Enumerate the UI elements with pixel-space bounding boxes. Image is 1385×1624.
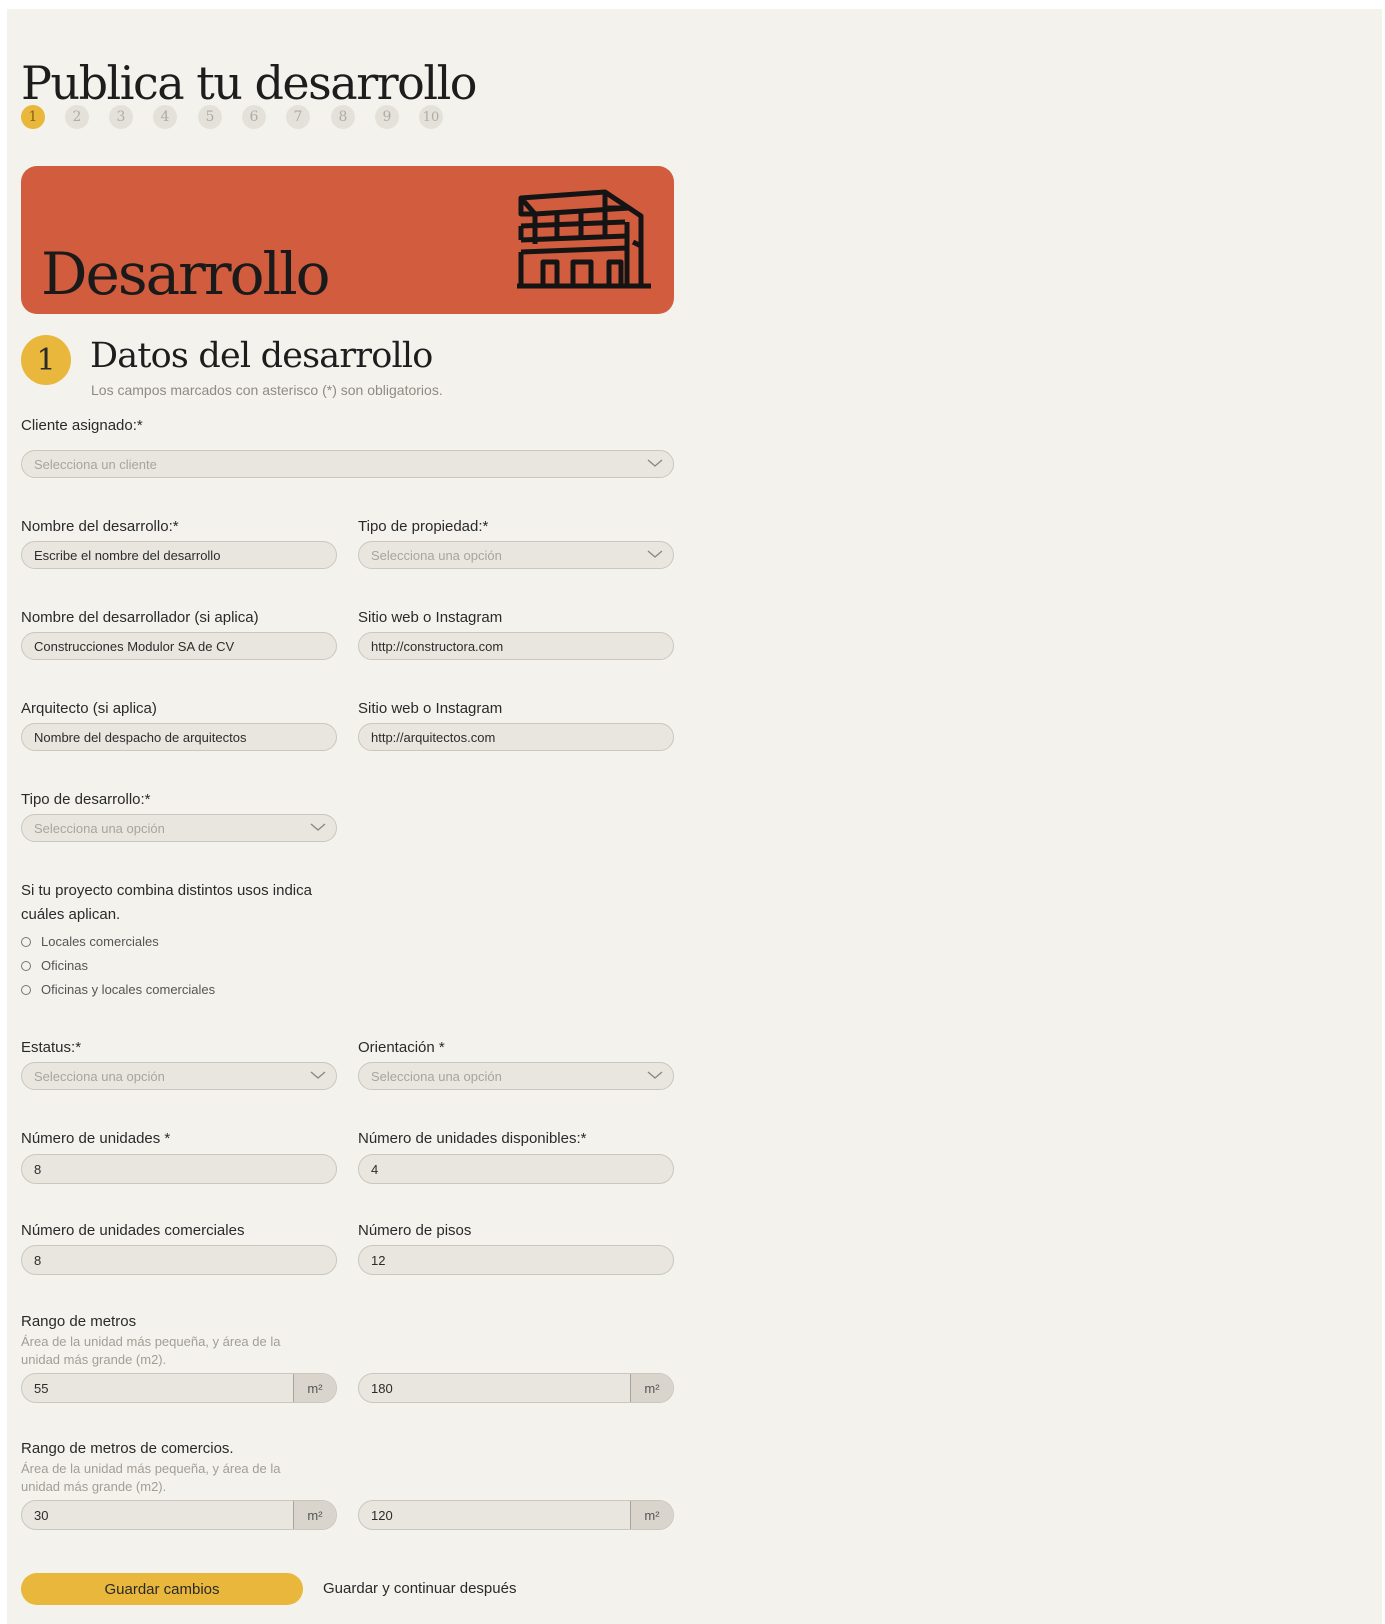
orientacion-label: Orientación * xyxy=(358,1039,445,1056)
tipo-desarrollo-placeholder: Selecciona una opción xyxy=(34,820,165,836)
usos-option-oficinas-locales[interactable]: Oficinas y locales comerciales xyxy=(21,982,215,997)
nombre-desarrollo-text: Escribe el nombre del desarrollo xyxy=(34,547,221,563)
unit-suffix: m² xyxy=(630,1374,673,1402)
chevron-down-icon xyxy=(647,550,663,558)
sitio-desarrollador-label: Sitio web o Instagram xyxy=(358,609,503,626)
radio-icon[interactable] xyxy=(21,960,31,971)
orientacion-placeholder: Selecciona una opción xyxy=(371,1068,502,1084)
step-2[interactable]: 2 xyxy=(65,105,89,129)
page-title: Publica tu desarrollo xyxy=(21,55,477,110)
rango-comercios-label: Rango de metros de comercios. xyxy=(21,1440,234,1457)
hero-banner: Desarrollo xyxy=(21,166,674,314)
chevron-down-icon xyxy=(310,1071,326,1079)
estatus-placeholder: Selecciona una opción xyxy=(34,1068,165,1084)
step-4[interactable]: 4 xyxy=(153,105,177,129)
num-comerciales-input[interactable]: 8 xyxy=(21,1245,337,1275)
unit-suffix: m² xyxy=(630,1501,673,1529)
rango-metros-max-input[interactable]: 180 m² xyxy=(358,1373,674,1403)
rango-metros-label: Rango de metros xyxy=(21,1313,137,1330)
cliente-label: Cliente asignado:* xyxy=(21,417,143,434)
rango-metros-min-input[interactable]: 55 m² xyxy=(21,1373,337,1403)
step-3[interactable]: 3 xyxy=(109,105,133,129)
step-8[interactable]: 8 xyxy=(331,105,355,129)
rango-comercios-max-value: 120 xyxy=(371,1507,393,1523)
sitio-desarrollador-input[interactable]: http://constructora.com xyxy=(358,632,674,660)
arquitecto-text: Nombre del despacho de arquitectos xyxy=(34,729,247,745)
rango-metros-min-value: 55 xyxy=(34,1380,49,1396)
radio-icon[interactable] xyxy=(21,936,31,947)
chevron-down-icon xyxy=(647,1071,663,1079)
tipo-propiedad-placeholder: Selecciona una opción xyxy=(371,547,502,563)
estatus-label: Estatus:* xyxy=(21,1039,82,1056)
rango-comercios-max-input[interactable]: 120 m² xyxy=(358,1500,674,1530)
step-10[interactable]: 10 xyxy=(419,105,443,129)
step-1[interactable]: 1 xyxy=(21,105,45,129)
cliente-select-placeholder: Selecciona un cliente xyxy=(34,456,157,472)
num-unidades-input[interactable]: 8 xyxy=(21,1154,337,1184)
num-unidades-label: Número de unidades * xyxy=(21,1130,171,1147)
rango-metros-hint-line1: Área de la unidad más pequeña, y área de… xyxy=(21,1334,281,1349)
rango-comercios-hint-line2: unidad más grande (m2). xyxy=(21,1479,167,1494)
desarrollador-value: Construcciones Modulor SA de CV xyxy=(34,638,235,654)
rango-comercios-min-input[interactable]: 30 m² xyxy=(21,1500,337,1530)
rango-comercios-hint-line1: Área de la unidad más pequeña, y área de… xyxy=(21,1461,281,1476)
tipo-desarrollo-select[interactable]: Selecciona una opción xyxy=(21,814,337,842)
building-icon xyxy=(517,189,651,289)
usos-option-label: Locales comerciales xyxy=(41,934,159,949)
step-7[interactable]: 7 xyxy=(286,105,310,129)
save-button[interactable]: Guardar cambios xyxy=(21,1573,303,1605)
tipo-propiedad-label: Tipo de propiedad:* xyxy=(358,518,489,535)
num-disponibles-value: 4 xyxy=(371,1161,379,1177)
page-container: Publica tu desarrollo 1 2 3 4 5 6 7 8 9 … xyxy=(7,9,1382,1624)
sitio-arquitecto-value: http://arquitectos.com xyxy=(371,729,496,745)
rango-metros-hint-line2: unidad más grande (m2). xyxy=(21,1352,167,1367)
num-pisos-input[interactable]: 12 xyxy=(358,1245,674,1275)
num-comerciales-label: Número de unidades comerciales xyxy=(21,1222,245,1239)
num-disponibles-input[interactable]: 4 xyxy=(358,1154,674,1184)
usos-label-line1: Si tu proyecto combina distintos usos in… xyxy=(21,882,312,899)
num-unidades-value: 8 xyxy=(34,1161,42,1177)
rango-comercios-min-value: 30 xyxy=(34,1507,49,1523)
usos-label-line2: cuáles aplican. xyxy=(21,906,121,923)
usos-option-label: Oficinas y locales comerciales xyxy=(41,982,216,997)
desarrollador-label: Nombre del desarrollador (si aplica) xyxy=(21,609,259,626)
section-number-badge: 1 xyxy=(21,335,71,385)
rango-metros-max-value: 180 xyxy=(371,1380,393,1396)
unit-suffix: m² xyxy=(293,1374,336,1402)
required-fields-note: Los campos marcados con asterisco (*) so… xyxy=(91,382,443,398)
sitio-arquitecto-input[interactable]: http://arquitectos.com xyxy=(358,723,674,751)
nombre-desarrollo-input[interactable]: Escribe el nombre del desarrollo xyxy=(21,541,337,569)
radio-icon[interactable] xyxy=(21,984,31,995)
tipo-propiedad-select[interactable]: Selecciona una opción xyxy=(358,541,674,569)
usos-option-locales[interactable]: Locales comerciales xyxy=(21,934,159,949)
usos-option-label: Oficinas xyxy=(41,958,88,973)
nombre-desarrollo-label: Nombre del desarrollo:* xyxy=(21,518,179,535)
desarrollador-input[interactable]: Construcciones Modulor SA de CV xyxy=(21,632,337,660)
num-disponibles-label: Número de unidades disponibles:* xyxy=(358,1130,587,1147)
arquitecto-input[interactable]: Nombre del despacho de arquitectos xyxy=(21,723,337,751)
step-9[interactable]: 9 xyxy=(375,105,399,129)
estatus-select[interactable]: Selecciona una opción xyxy=(21,1062,337,1090)
chevron-down-icon xyxy=(310,823,326,831)
unit-suffix: m² xyxy=(293,1501,336,1529)
save-continue-later-link[interactable]: Guardar y continuar después xyxy=(323,1580,516,1597)
sitio-arquitecto-label: Sitio web o Instagram xyxy=(358,700,503,717)
usos-option-oficinas[interactable]: Oficinas xyxy=(21,958,88,973)
section-title: Datos del desarrollo xyxy=(90,336,433,376)
cliente-select[interactable]: Selecciona un cliente xyxy=(21,450,674,478)
num-comerciales-value: 8 xyxy=(34,1252,42,1268)
arquitecto-label: Arquitecto (si aplica) xyxy=(21,700,157,717)
step-5[interactable]: 5 xyxy=(198,105,222,129)
sitio-desarrollador-value: http://constructora.com xyxy=(371,638,504,654)
tipo-desarrollo-label: Tipo de desarrollo:* xyxy=(21,791,151,808)
chevron-down-icon xyxy=(647,459,663,467)
hero-title: Desarrollo xyxy=(41,240,331,308)
num-pisos-label: Número de pisos xyxy=(358,1222,472,1239)
orientacion-select[interactable]: Selecciona una opción xyxy=(358,1062,674,1090)
num-pisos-value: 12 xyxy=(371,1252,386,1268)
step-6[interactable]: 6 xyxy=(242,105,266,129)
